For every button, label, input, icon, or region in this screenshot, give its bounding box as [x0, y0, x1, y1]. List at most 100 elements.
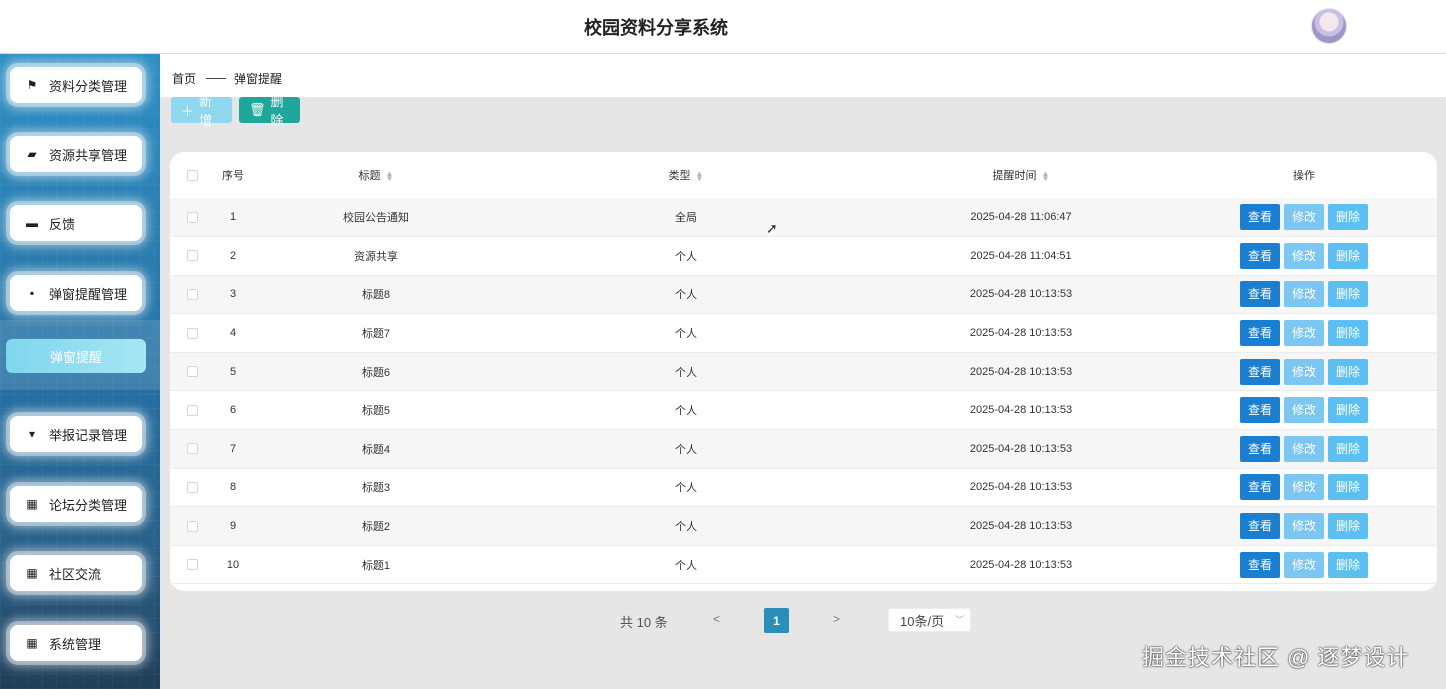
- sidebar-item-material-category[interactable]: ⚑ 资料分类管理: [10, 67, 142, 103]
- row-checkbox[interactable]: [187, 250, 198, 262]
- cell-type: 全局: [675, 212, 697, 225]
- cell-time: 2025-04-28 10:13:53: [969, 365, 1073, 378]
- view-button[interactable]: 查看: [1240, 551, 1280, 578]
- delete-button[interactable]: 删除: [1328, 397, 1368, 424]
- add-button[interactable]: ＋ 新增: [171, 94, 232, 128]
- cell-type: 个人: [675, 482, 697, 495]
- delete-button[interactable]: 删除: [1328, 474, 1368, 501]
- cell-ops: 查看 修改 删除: [1171, 314, 1437, 353]
- row-checkbox[interactable]: [187, 520, 198, 532]
- cell-ops: 查看 修改 删除: [1171, 198, 1437, 237]
- page-size-select[interactable]: 10条/页 ﹀: [888, 608, 971, 632]
- row-checkbox[interactable]: [187, 327, 198, 339]
- row-checkbox[interactable]: [187, 404, 198, 416]
- cell-ops: 查看 修改 删除: [1171, 237, 1437, 276]
- table-row: 5 标题6 个人 2025-04-28 10:13:53 查看 修改 删除: [170, 352, 1437, 391]
- view-button[interactable]: 查看: [1240, 281, 1280, 308]
- sidebar-item-community[interactable]: ▦ 社区交流: [10, 555, 142, 591]
- header-title[interactable]: 标题 ▲ ▼: [251, 152, 501, 198]
- table-row: 9 标题2 个人 2025-04-28 10:13:53 查看 修改 删除: [170, 506, 1437, 546]
- cell-type: 个人: [675, 559, 697, 572]
- edit-button[interactable]: 修改: [1284, 358, 1324, 385]
- sort-icon[interactable]: ▲ ▼: [696, 170, 704, 183]
- sidebar-item-label: 系统管理: [49, 636, 102, 652]
- wallet-icon: ▰: [27, 147, 37, 161]
- header-time[interactable]: 提醒时间 ▲ ▼: [871, 152, 1171, 198]
- view-button[interactable]: 查看: [1240, 513, 1280, 540]
- sidebar-item-label: 反馈: [49, 216, 76, 232]
- data-table: 序号 标题 ▲ ▼ 类型 ▲ ▼ 提醒时间 ▲ ▼ 操作 1 校园公告通知 全局 2025-04-…: [170, 152, 1437, 584]
- batch-delete-button[interactable]: 🗑 删除: [239, 94, 300, 128]
- cell-time: 2025-04-28 10:13:53: [969, 327, 1073, 340]
- view-button[interactable]: 查看: [1240, 204, 1280, 231]
- monitor-icon: ▬: [26, 216, 38, 230]
- select-all-checkbox[interactable]: [187, 169, 198, 181]
- avatar[interactable]: [1311, 8, 1347, 44]
- cell-index: 6: [229, 404, 237, 417]
- delete-button[interactable]: 删除: [1328, 551, 1368, 578]
- sidebar-subitem-popup-reminder[interactable]: 弹窗提醒: [6, 339, 146, 373]
- row-checkbox[interactable]: [187, 211, 198, 223]
- edit-button[interactable]: 修改: [1284, 513, 1324, 540]
- sidebar-item-popup-reminder[interactable]: ▪ 弹窗提醒管理: [10, 275, 142, 311]
- delete-button[interactable]: 删除: [1328, 513, 1368, 540]
- view-button[interactable]: 查看: [1240, 397, 1280, 424]
- table-row: 3 标题8 个人 2025-04-28 10:13:53 查看 修改 删除: [170, 275, 1437, 314]
- cell-title: 标题7: [361, 328, 391, 341]
- edit-button[interactable]: 修改: [1284, 204, 1324, 231]
- edit-button[interactable]: 修改: [1284, 242, 1324, 269]
- sort-icon[interactable]: ▲ ▼: [1042, 170, 1050, 183]
- header-type[interactable]: 类型 ▲ ▼: [501, 152, 871, 198]
- view-button[interactable]: 查看: [1240, 435, 1280, 462]
- sidebar-item-feedback[interactable]: ▬ 反馈: [10, 205, 142, 241]
- edit-button[interactable]: 修改: [1284, 281, 1324, 308]
- delete-button[interactable]: 删除: [1328, 358, 1368, 385]
- view-button[interactable]: 查看: [1240, 320, 1280, 347]
- breadcrumb-separator: [206, 78, 227, 79]
- cell-index: 9: [229, 520, 237, 533]
- flag-icon: ⚑: [26, 78, 38, 92]
- breadcrumb-home[interactable]: 首页: [172, 70, 196, 87]
- view-button[interactable]: 查看: [1240, 474, 1280, 501]
- delete-button[interactable]: 删除: [1328, 435, 1368, 462]
- edit-button[interactable]: 修改: [1284, 397, 1324, 424]
- table-row: 7 标题4 个人 2025-04-28 10:13:53 查看 修改 删除: [170, 429, 1437, 469]
- edit-button[interactable]: 修改: [1284, 320, 1324, 347]
- cell-type: 个人: [675, 250, 697, 263]
- pagination-page-1[interactable]: 1: [764, 608, 789, 633]
- table-row: 2 资源共享 个人 2025-04-28 11:04:51 查看 修改 删除: [170, 236, 1437, 276]
- cell-index: 1: [229, 211, 237, 224]
- edit-button[interactable]: 修改: [1284, 551, 1324, 578]
- sort-icon[interactable]: ▲ ▼: [386, 170, 394, 183]
- sidebar-item-system[interactable]: ▦ 系统管理: [10, 625, 142, 661]
- sidebar-item-forum-category[interactable]: ▦ 论坛分类管理: [10, 486, 142, 522]
- cell-index: 3: [229, 288, 237, 301]
- cell-type: 个人: [675, 289, 697, 302]
- sidebar-item-report-records[interactable]: ▾ 举报记录管理: [10, 416, 142, 452]
- sidebar-item-resource-share[interactable]: ▰ 资源共享管理: [10, 136, 142, 172]
- view-button[interactable]: 查看: [1240, 358, 1280, 385]
- delete-button[interactable]: 删除: [1328, 320, 1368, 347]
- cell-index: 4: [229, 327, 237, 340]
- row-checkbox[interactable]: [187, 366, 198, 378]
- edit-button[interactable]: 修改: [1284, 435, 1324, 462]
- row-checkbox[interactable]: [187, 482, 198, 494]
- delete-button[interactable]: 删除: [1328, 204, 1368, 231]
- row-checkbox[interactable]: [187, 443, 198, 455]
- cell-type: 个人: [675, 328, 697, 341]
- delete-button[interactable]: 删除: [1328, 281, 1368, 308]
- pagination-total: 共 10 条: [620, 615, 668, 630]
- cell-title: 标题1: [361, 559, 391, 572]
- edit-button[interactable]: 修改: [1284, 474, 1324, 501]
- view-button[interactable]: 查看: [1240, 242, 1280, 269]
- row-checkbox[interactable]: [187, 559, 198, 571]
- table-body: 1 校园公告通知 全局 2025-04-28 11:06:47 查看 修改 删除 2 资源共享个…: [170, 198, 1437, 584]
- cell-time: 2025-04-28 10:13:53: [969, 442, 1073, 455]
- pagination-prev[interactable]: <: [713, 612, 720, 626]
- trash-icon: 🗑: [249, 102, 266, 117]
- row-checkbox[interactable]: [187, 289, 198, 301]
- pagination-next[interactable]: >: [833, 612, 840, 626]
- cell-ops: 查看 修改 删除: [1171, 352, 1437, 391]
- cell-title: 标题4: [361, 443, 391, 456]
- delete-button[interactable]: 删除: [1328, 242, 1368, 269]
